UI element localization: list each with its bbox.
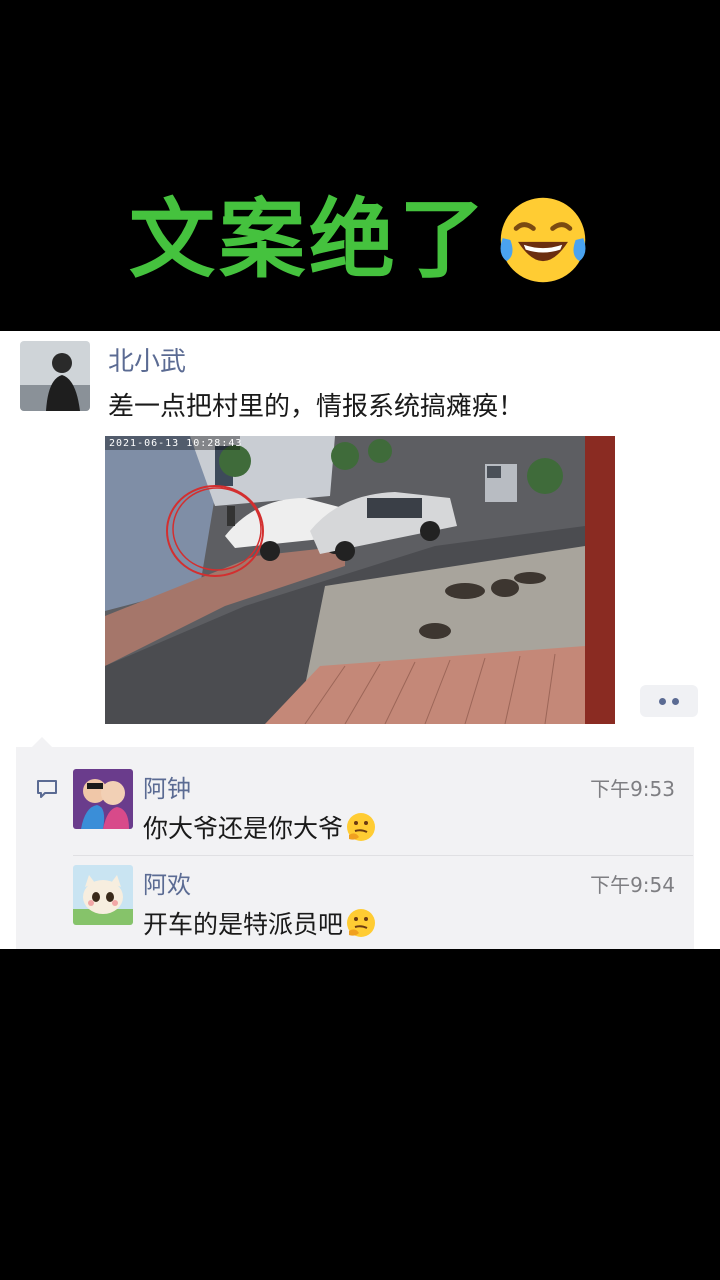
moment-card: 北小武 差一点把村里的，情报系统搞瘫痪！ 2021-06-13 10:28:43…: [0, 331, 720, 949]
comment-text: 你大爷还是你大爷: [143, 814, 344, 843]
thinking-emoji-icon: [347, 813, 376, 841]
comments-section: 阿钟 下午9:53 你大爷还是你大爷 阿欢 下午9:54 开车的是特派员吧: [16, 737, 694, 949]
comment-item[interactable]: 阿欢 下午9:54 开车的是特派员吧: [73, 857, 693, 949]
commenter-avatar[interactable]: [73, 865, 133, 925]
thinking-emoji-icon: [347, 909, 376, 937]
more-dots-icon: [659, 697, 666, 705]
post-text: 差一点把村里的，情报系统搞瘫痪！: [108, 392, 525, 422]
more-dots-icon: [672, 697, 679, 705]
comment-divider: [73, 855, 693, 856]
comment-text-row: 开车的是特派员吧: [143, 905, 377, 941]
commenter-avatar[interactable]: [73, 769, 133, 829]
camera-timestamp: 2021-06-13 10:28:43: [109, 438, 243, 449]
comment-icon: [37, 780, 57, 798]
comment-text: 开车的是特派员吧: [143, 910, 344, 939]
comment-item[interactable]: 阿钟 下午9:53 你大爷还是你大爷: [73, 761, 693, 853]
headline-text: 文案绝了: [129, 190, 489, 290]
comment-text-row: 你大爷还是你大爷: [143, 809, 377, 845]
more-options-button[interactable]: [640, 685, 698, 717]
commenter-name[interactable]: 阿钟: [143, 769, 191, 804]
author-name[interactable]: 北小武: [108, 341, 186, 378]
comment-time: 下午9:53: [590, 777, 675, 801]
commenter-name[interactable]: 阿欢: [143, 865, 191, 900]
comment-time: 下午9:54: [590, 873, 675, 897]
headline: 文案绝了: [0, 190, 720, 290]
laughing-tears-emoji-icon: [500, 197, 586, 283]
post-image[interactable]: 2021-06-13 10:28:43: [105, 436, 615, 724]
author-avatar[interactable]: [20, 341, 90, 411]
